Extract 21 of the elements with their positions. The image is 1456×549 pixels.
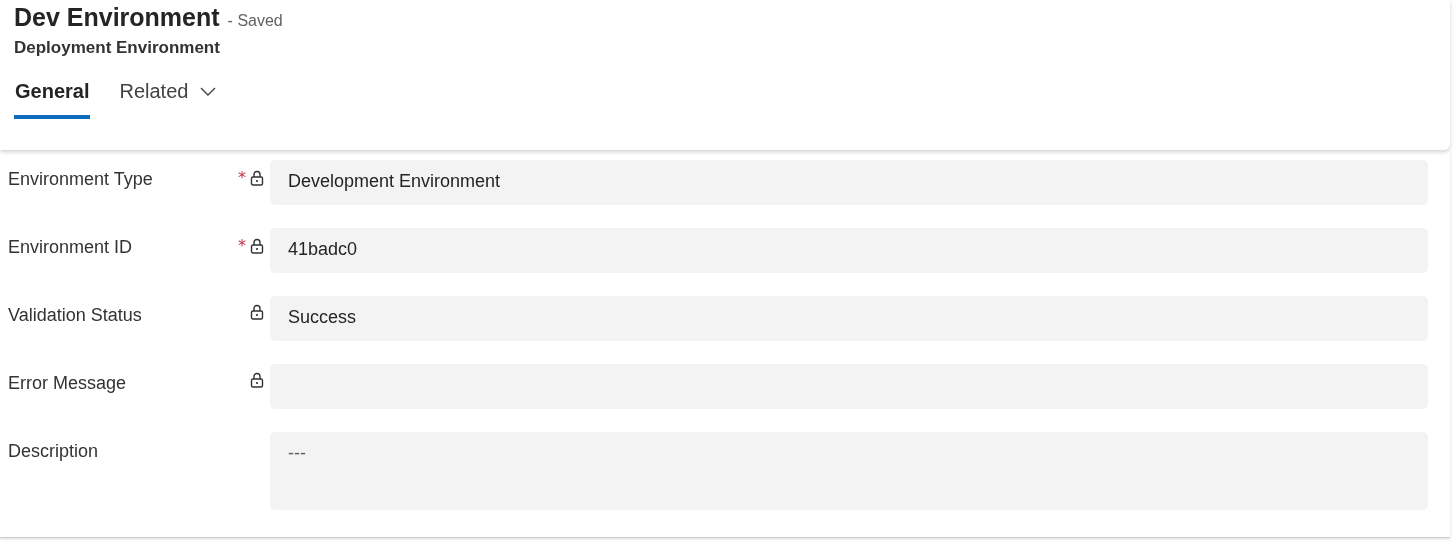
field-label: Environment Type — [8, 168, 154, 190]
lock-icon — [250, 372, 264, 388]
chevron-down-icon — [200, 86, 217, 97]
entity-name: Deployment Environment — [14, 38, 221, 58]
input-field[interactable]: Development Environment — [270, 160, 1428, 205]
field-label: Environment ID — [8, 236, 134, 258]
input-field[interactable]: Success — [270, 296, 1428, 341]
lock-icon — [250, 237, 264, 254]
input-field[interactable]: 41badc0 — [270, 228, 1428, 273]
text-area[interactable]: --- — [270, 432, 1428, 510]
field-label: Validation Status — [8, 304, 143, 326]
lock-icon — [250, 304, 264, 320]
tab[interactable]: General — [14, 80, 91, 119]
field-label: Description — [8, 440, 100, 462]
field-label: Error Message — [8, 372, 128, 394]
required-mark: * — [238, 168, 246, 187]
save-status: - Saved — [227, 12, 283, 30]
required-mark: * — [238, 236, 246, 255]
record-title: Dev Environment — [14, 2, 220, 33]
tab[interactable]: Related — [118, 80, 218, 119]
lock-icon — [250, 169, 264, 186]
